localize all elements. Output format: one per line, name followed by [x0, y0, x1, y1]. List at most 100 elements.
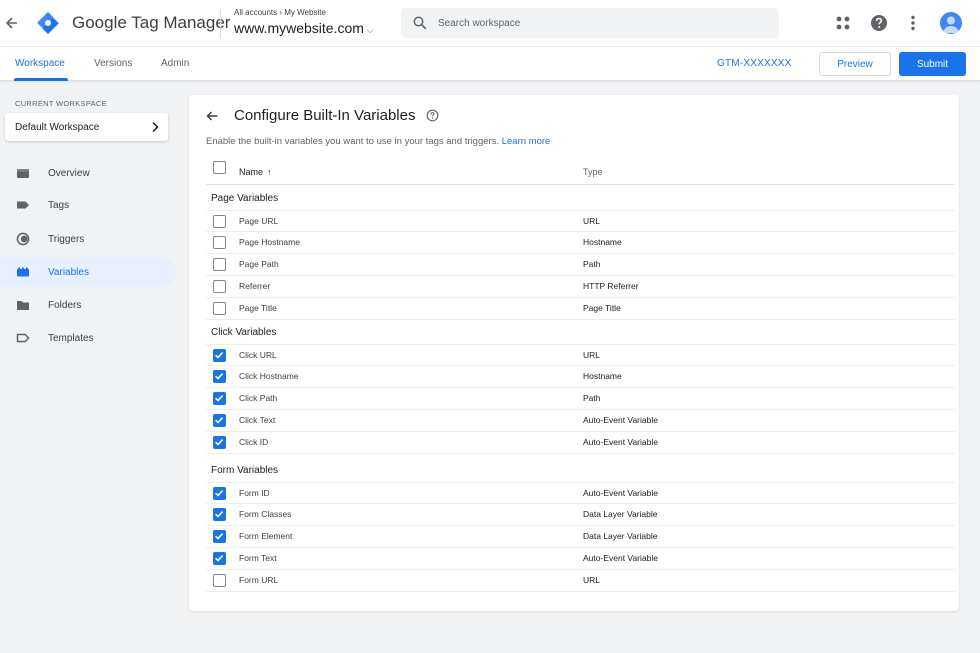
variable-type: Auto-Event Variable [583, 415, 658, 425]
sidebar-item-tags[interactable]: Tags [0, 190, 176, 220]
table-row[interactable]: Page Path Path [206, 254, 955, 276]
sidebar-item-label: Templates [48, 333, 94, 344]
checkmark-icon [215, 490, 224, 497]
variable-checkbox[interactable] [213, 552, 226, 565]
panel-title: Configure Built-In Variables [234, 107, 416, 124]
variable-checkbox[interactable] [213, 436, 226, 449]
workspace-selector[interactable]: Default Workspace [5, 113, 168, 141]
table-row[interactable]: Form Element Data Layer Variable [206, 526, 955, 548]
variable-name: Click URL [239, 350, 277, 360]
variable-type: Auto-Event Variable [583, 437, 658, 447]
breadcrumb-root[interactable]: All accounts [234, 8, 277, 17]
variable-name: Click Path [239, 393, 278, 403]
section-title: Form Variables [211, 465, 279, 476]
variable-name: Click Hostname [239, 371, 299, 381]
sidebar-item-label: Folders [48, 300, 82, 311]
apps-grid-icon[interactable] [833, 13, 853, 33]
table-row[interactable]: Click Text Auto-Event Variable [206, 410, 955, 432]
variable-type: Page Title [583, 303, 621, 313]
folder-icon [17, 301, 29, 310]
section-title: Click Variables [211, 327, 277, 338]
variable-checkbox[interactable] [213, 574, 226, 587]
variable-name: Page Title [239, 303, 277, 313]
sidebar-item-folders[interactable]: Folders [0, 290, 176, 320]
table-row[interactable]: Click Path Path [206, 388, 955, 410]
sidebar-item-templates[interactable]: Templates [0, 323, 176, 353]
table-row[interactable]: Page Hostname Hostname [206, 232, 955, 254]
table-row[interactable]: Page Title Page Title [206, 298, 955, 320]
variable-name: Form Text [239, 553, 277, 563]
variable-name: Form Element [239, 531, 293, 541]
search-icon [413, 16, 427, 30]
table-row[interactable]: Form Classes Data Layer Variable [206, 504, 955, 526]
preview-button[interactable]: Preview [819, 52, 891, 76]
select-all-checkbox[interactable] [213, 161, 226, 174]
sidebar-item-overview[interactable]: Overview [0, 158, 176, 188]
tag-icon [17, 201, 29, 209]
help-outline-icon[interactable] [426, 109, 439, 122]
variables-icon [17, 267, 29, 277]
variable-checkbox[interactable] [213, 414, 226, 427]
variable-checkbox[interactable] [213, 370, 226, 383]
checkmark-icon [215, 352, 224, 359]
checkmark-icon [215, 533, 224, 540]
more-vert-icon[interactable] [903, 13, 923, 33]
variable-type: URL [583, 216, 601, 226]
variable-type: Auto-Event Variable [583, 488, 658, 498]
avatar-person-icon [943, 16, 959, 33]
table-row[interactable]: Click Hostname Hostname [206, 366, 955, 388]
description-text: Enable the built-in variables you want t… [206, 136, 500, 147]
tab-admin[interactable]: Admin [161, 58, 189, 69]
tab-workspace[interactable]: Workspace [15, 58, 65, 69]
variable-type: Data Layer Variable [583, 531, 658, 541]
back-arrow-icon[interactable] [4, 13, 20, 33]
variable-name: Page URL [239, 216, 279, 226]
container-selector[interactable]: www.mywebsite.com ⌵ [234, 20, 374, 36]
variable-checkbox[interactable] [213, 215, 226, 228]
table-row[interactable]: Referrer HTTP Referrer [206, 276, 955, 298]
table-row[interactable]: Form Text Auto-Event Variable [206, 548, 955, 570]
chevron-right-icon [152, 121, 159, 133]
table-header: Name ↑ Type [206, 157, 955, 185]
breadcrumb-account[interactable]: My Website [284, 8, 326, 17]
current-workspace-caption: CURRENT WORKSPACE [15, 99, 107, 108]
chevron-down-icon: ⌵ [366, 25, 374, 35]
sidebar-item-triggers[interactable]: Triggers [0, 224, 176, 254]
sidebar-item-variables[interactable]: Variables [0, 257, 176, 287]
app-title: Google Tag Manager [72, 13, 231, 32]
account-breadcrumb[interactable]: All accounts › My Website [234, 8, 326, 17]
table-row[interactable]: Form URL URL [206, 570, 955, 592]
variable-checkbox[interactable] [213, 302, 226, 315]
workspace-name: Default Workspace [15, 122, 100, 133]
sidebar-item-label: Tags [48, 200, 70, 211]
submit-button[interactable]: Submit [899, 52, 966, 76]
table-row[interactable]: Form ID Auto-Event Variable [206, 482, 955, 504]
variable-checkbox[interactable] [213, 487, 226, 500]
checkmark-icon [215, 417, 224, 424]
variable-checkbox[interactable] [213, 392, 226, 405]
tab-versions[interactable]: Versions [94, 58, 132, 69]
trigger-icon [16, 232, 30, 246]
header-divider [220, 10, 221, 38]
table-row[interactable]: Page URL URL [206, 210, 955, 232]
search-input[interactable] [438, 13, 758, 33]
variable-checkbox[interactable] [213, 349, 226, 362]
avatar[interactable] [940, 12, 962, 34]
variable-checkbox[interactable] [213, 236, 226, 249]
back-arrow-icon[interactable] [205, 109, 219, 123]
variable-checkbox[interactable] [213, 280, 226, 293]
column-header-name[interactable]: Name ↑ [239, 167, 272, 177]
help-icon[interactable] [869, 13, 889, 33]
table-row[interactable]: Click ID Auto-Event Variable [206, 432, 955, 454]
learn-more-link[interactable]: Learn more [502, 136, 551, 147]
built-in-variables-panel: Configure Built-In Variables Enable the … [189, 95, 959, 611]
table-row[interactable]: Click URL URL [206, 344, 955, 366]
checkmark-icon [215, 555, 224, 562]
container-name: www.mywebsite.com [234, 20, 364, 36]
variable-checkbox[interactable] [213, 508, 226, 521]
variable-checkbox[interactable] [213, 258, 226, 271]
variable-name: Click Text [239, 415, 276, 425]
variable-checkbox[interactable] [213, 530, 226, 543]
checkmark-icon [215, 439, 224, 446]
container-id-link[interactable]: GTM-XXXXXXX [717, 58, 791, 69]
